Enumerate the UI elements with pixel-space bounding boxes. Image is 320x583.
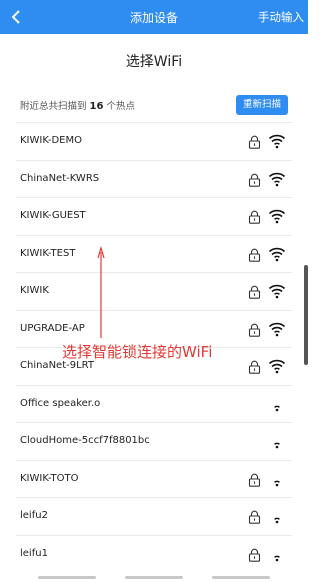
wifi-ssid: KIWIK-DEMO xyxy=(20,135,82,146)
wifi-ssid: UPGRADE-AP xyxy=(20,322,85,334)
wifi-list-item[interactable]: ChinaNet-KWRS xyxy=(16,159,292,198)
lock-icon xyxy=(248,134,261,149)
lock-icon xyxy=(248,472,261,487)
wifi-list-item[interactable]: leifu2 xyxy=(16,497,292,535)
wifi-ssid: KIWIK-GUEST xyxy=(20,210,86,221)
wifi-list-item[interactable]: CloudHome-5ccf7f8801bc xyxy=(16,422,292,460)
lock-icon xyxy=(248,247,261,262)
wifi-signal-icon xyxy=(268,471,286,487)
wifi-signal-icon xyxy=(268,396,286,412)
system-nav-bar xyxy=(0,572,308,583)
nav-pill[interactable] xyxy=(125,576,183,579)
scroll-indicator[interactable] xyxy=(304,265,308,365)
wifi-signal-icon xyxy=(268,433,286,449)
page-title: 选择WiFi xyxy=(125,54,183,70)
wifi-list-item[interactable]: Office speaker.o xyxy=(16,384,292,423)
wifi-list-item[interactable]: KIWIK-TOTO xyxy=(16,459,292,498)
wifi-list-item[interactable]: KIWIK-TEST xyxy=(16,234,292,273)
wifi-signal-icon xyxy=(268,246,286,262)
lock-icon xyxy=(248,547,261,562)
wifi-list-item[interactable]: KIWIK-GUEST xyxy=(16,197,292,235)
scan-summary-row: 附近总共扫描到 16 个热点 重新扫描 xyxy=(0,93,308,119)
wifi-signal-icon xyxy=(268,283,286,299)
scan-summary: 附近总共扫描到 16 个热点 xyxy=(20,98,135,112)
wifi-list-item[interactable]: leifu1 xyxy=(16,534,292,573)
wifi-ssid: KIWIK xyxy=(20,285,49,296)
lock-icon xyxy=(248,322,261,337)
wifi-list-item[interactable]: KIWIK xyxy=(16,272,292,310)
wifi-signal-icon xyxy=(268,546,286,562)
wifi-ssid: leifu1 xyxy=(20,547,48,559)
nav-pill[interactable] xyxy=(212,576,270,579)
wifi-signal-icon xyxy=(268,133,286,149)
wifi-ssid: CloudHome-5ccf7f8801bc xyxy=(20,435,150,446)
lock-icon xyxy=(248,209,261,224)
wifi-ssid: ChinaNet-KWRS xyxy=(20,172,100,184)
lock-icon xyxy=(248,359,261,374)
lock-icon xyxy=(248,284,261,299)
wifi-signal-icon xyxy=(268,208,286,224)
wifi-signal-icon xyxy=(268,358,286,374)
wifi-signal-icon xyxy=(268,508,286,524)
scan-suffix: 个热点 xyxy=(106,101,136,112)
wifi-ssid: KIWIK-TOTO xyxy=(20,472,79,484)
wifi-signal-icon xyxy=(268,321,286,337)
manual-input-button[interactable]: 手动输入 xyxy=(258,9,304,25)
top-bar: 添加设备 手动输入 xyxy=(0,0,308,34)
lock-icon xyxy=(248,509,261,524)
scan-prefix: 附近总共扫描到 xyxy=(20,101,87,112)
annotation-label: 选择智能锁连接的WiFi xyxy=(62,343,213,361)
lock-icon xyxy=(248,172,261,187)
wifi-ssid: Office speaker.o xyxy=(20,397,101,409)
rescan-button[interactable]: 重新扫描 xyxy=(236,95,288,115)
wifi-ssid: KIWIK-TEST xyxy=(20,247,76,259)
wifi-list-item[interactable]: KIWIK-DEMO xyxy=(16,122,292,160)
wifi-ssid: leifu2 xyxy=(20,510,48,521)
nav-pill[interactable] xyxy=(38,576,96,579)
wifi-signal-icon xyxy=(268,171,286,187)
scan-count: 16 xyxy=(89,101,104,112)
